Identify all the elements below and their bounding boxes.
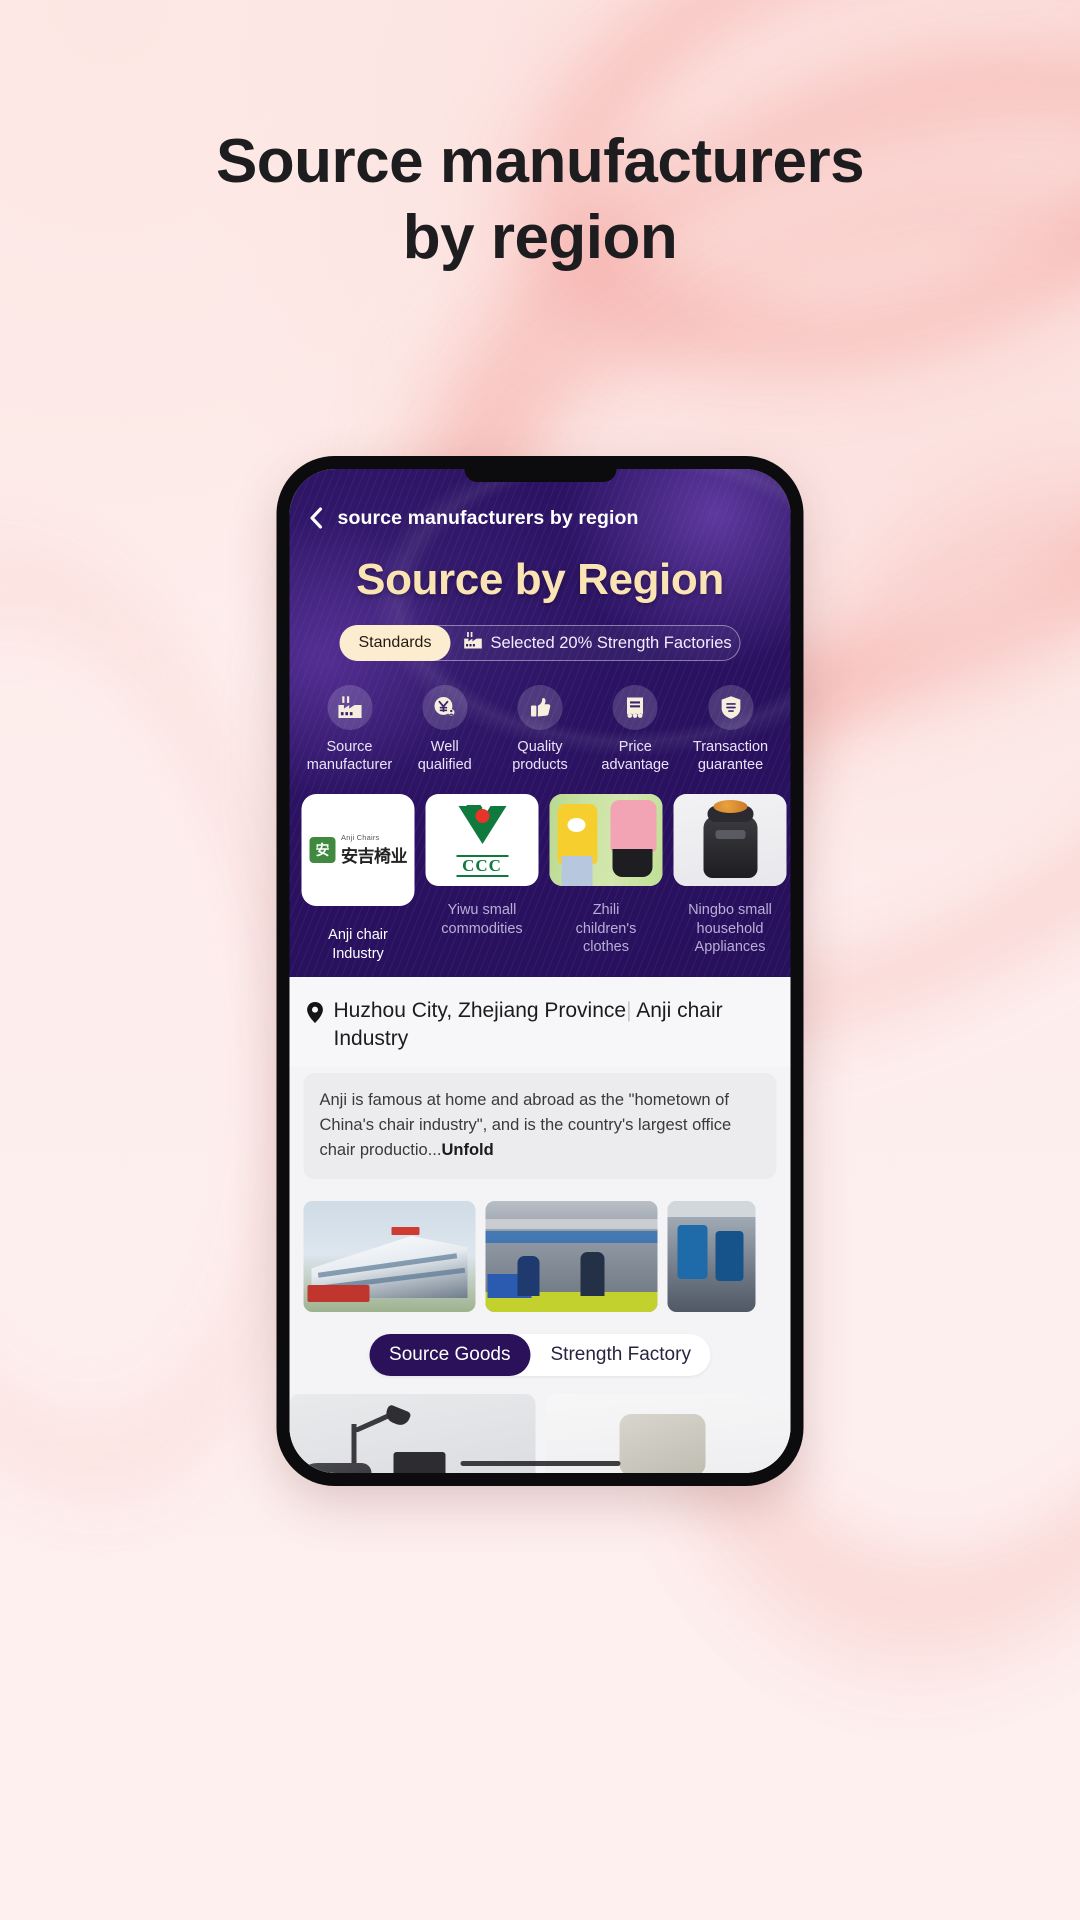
nav-title: source manufacturers by region — [337, 506, 639, 529]
brand-name: Ningbo small household Appliances — [688, 902, 772, 955]
anji-logo-english: Anji Chairs — [341, 833, 380, 843]
anji-logo-text: Anji Chairs 安吉椅业 — [341, 833, 408, 867]
brand-card-anji-chair[interactable]: 安 Anji Chairs 安吉椅业 Anji chair Industry — [301, 794, 415, 963]
factory-icon — [327, 685, 372, 730]
hero-section: source manufacturers by region Source by… — [289, 469, 791, 981]
brand-card-zhili-children-clothes[interactable]: Zhili children's clothes — [549, 794, 663, 963]
feature-label: Quality products — [512, 739, 568, 773]
kids-clothing-photo — [549, 794, 663, 887]
location-pin-icon — [306, 1001, 325, 1029]
machine-1 — [677, 1224, 708, 1279]
feature-label: Source manufacturer — [306, 739, 393, 773]
anji-logo-mark: 安 — [309, 837, 335, 864]
hero-title: Source by Region — [356, 555, 724, 604]
page-headline: Source manufacturers by region — [0, 0, 1080, 275]
description-box: Anji is famous at home and abroad as the… — [303, 1072, 777, 1179]
air-fryer-panel — [715, 830, 745, 840]
phone-frame: source manufacturers by region Source by… — [276, 456, 804, 1486]
tabs-row: Source Goods Strength Factory — [290, 1312, 791, 1394]
feature-label: Price advantage — [601, 739, 670, 773]
brand-cards-row: 安 Anji Chairs 安吉椅业 Anji chair Industry C… — [290, 774, 791, 963]
air-fryer-body — [703, 800, 757, 879]
brand-name: Yiwu small commodities — [441, 902, 523, 937]
brand-name: Anji chair Industry — [328, 927, 388, 962]
phone-screen: source manufacturers by region Source by… — [289, 469, 791, 1473]
building-sign — [391, 1226, 420, 1235]
segmented-tabs: Source Goods Strength Factory — [369, 1333, 711, 1376]
features-row: Source manufacturer Well qualified Quali… — [290, 661, 791, 774]
brand-name: Zhili children's clothes — [575, 902, 637, 955]
ccc-logo: CCC — [456, 804, 508, 877]
worker-2 — [580, 1251, 605, 1296]
air-fryer-food — [713, 800, 747, 814]
home-indicator — [460, 1461, 620, 1466]
air-fryer-photo — [673, 794, 787, 887]
machinery-photo[interactable] — [667, 1200, 756, 1312]
location-separator: | — [626, 998, 632, 1022]
anji-chairs-logo: 安 Anji Chairs 安吉椅业 — [301, 794, 415, 907]
price-tag-icon — [612, 685, 658, 730]
description-text: Anji is famous at home and abroad as the… — [319, 1090, 732, 1159]
phone-notch — [464, 469, 616, 482]
worker-1 — [517, 1255, 540, 1296]
phone-mockup: source manufacturers by region Source by… — [276, 456, 804, 1486]
anji-logo: 安 Anji Chairs 安吉椅业 — [309, 833, 408, 867]
lamp-head — [383, 1404, 412, 1428]
factory-exterior-photo[interactable] — [303, 1200, 476, 1312]
ceiling-band — [667, 1200, 756, 1217]
location-card: Huzhou City, Zhejiang Province| Anji cha… — [289, 976, 791, 1067]
headline-line-2: by region — [402, 202, 678, 272]
brand-card-ningbo-appliances[interactable]: Ningbo small household Appliances — [673, 794, 787, 963]
chevron-left-icon[interactable] — [306, 505, 328, 531]
assembly-line-photo[interactable] — [485, 1200, 658, 1312]
black-skirt — [612, 849, 653, 878]
feature-label: Transaction guarantee — [692, 739, 769, 773]
headline-line-1: Source manufacturers — [215, 127, 865, 196]
standards-description: Selected 20% Strength Factories — [450, 632, 732, 654]
red-truck — [307, 1284, 370, 1302]
factory-gallery[interactable] — [290, 1179, 791, 1312]
kids-photo-art — [549, 794, 663, 887]
yellow-shirt — [557, 804, 598, 865]
machine-2 — [715, 1230, 744, 1281]
brand-card-yiwu-commodities[interactable]: CCC Yiwu small commodities — [425, 794, 539, 963]
location-heading: Huzhou City, Zhejiang Province| Anji cha… — [334, 997, 775, 1053]
tab-source-goods[interactable]: Source Goods — [369, 1333, 531, 1376]
thumbs-up-icon — [517, 685, 563, 730]
feature-source-manufacturer[interactable]: Source manufacturer — [304, 685, 396, 774]
feature-price-advantage[interactable]: Price advantage — [589, 685, 681, 774]
ccc-chevron-mark — [456, 804, 508, 852]
detail-sheet: Huzhou City, Zhejiang Province| Anji cha… — [289, 976, 791, 1473]
feature-well-qualified[interactable]: Well qualified — [399, 685, 491, 774]
unfold-button[interactable]: Unfold — [441, 1141, 493, 1159]
air-fryer-art — [673, 794, 787, 887]
monitor — [393, 1451, 446, 1473]
standards-text: Selected 20% Strength Factories — [490, 633, 732, 652]
black-chair — [295, 1462, 372, 1473]
feature-transaction-guarantee[interactable]: Transaction guarantee — [685, 685, 777, 774]
feature-label: Well qualified — [417, 739, 472, 773]
pink-shirt — [610, 800, 657, 853]
blue-jeans — [561, 856, 593, 887]
blue-beam — [485, 1230, 658, 1243]
tab-strength-factory[interactable]: Strength Factory — [531, 1334, 711, 1376]
overhead-rack — [485, 1218, 658, 1229]
anji-logo-chinese: 安吉椅业 — [341, 847, 408, 867]
location-city: Huzhou City, Zhejiang Province — [333, 998, 627, 1022]
standards-pill: Standards — [339, 625, 451, 661]
shield-check-icon — [708, 685, 753, 730]
yuan-badge-icon — [422, 685, 468, 730]
location-row: Huzhou City, Zhejiang Province| Anji cha… — [306, 997, 775, 1053]
chair-backrest — [619, 1413, 706, 1473]
ccc-certification-logo: CCC — [425, 794, 539, 887]
factory-icon — [463, 632, 482, 654]
feature-quality-products[interactable]: Quality products — [494, 685, 586, 774]
ccc-label: CCC — [456, 854, 508, 877]
standards-banner: Standards Selected 20% Strength Factorie… — [339, 625, 740, 661]
